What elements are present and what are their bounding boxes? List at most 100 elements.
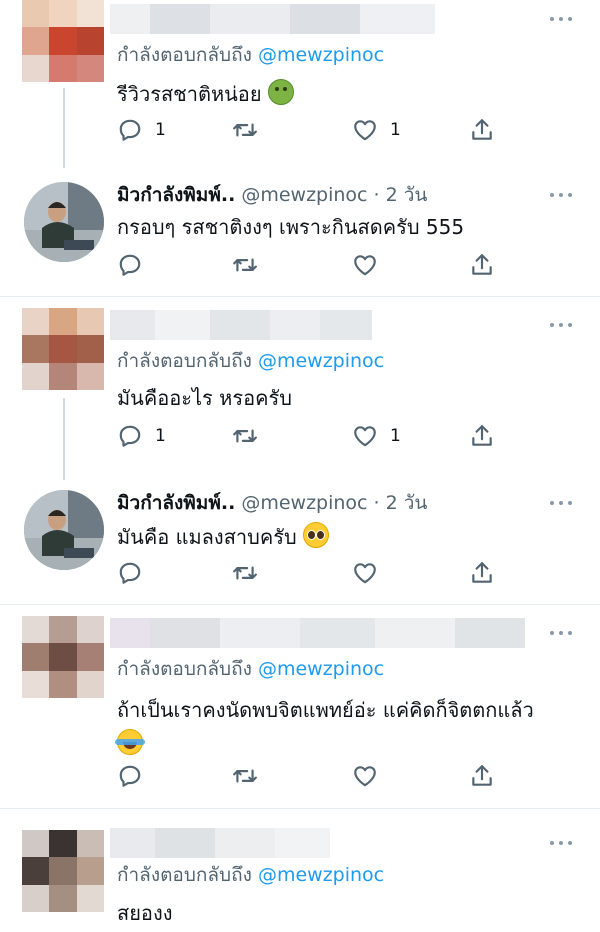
mention-link[interactable]: @mewzpinoc — [258, 658, 384, 680]
like-button[interactable] — [352, 559, 378, 587]
retweet-icon — [233, 123, 257, 137]
avatar[interactable] — [24, 490, 104, 570]
avatar[interactable] — [22, 616, 104, 698]
mention-link[interactable]: @mewzpinoc — [258, 44, 384, 66]
pleading-face-emoji-icon — [303, 522, 330, 548]
reply-button[interactable]: 1 — [117, 116, 166, 144]
user-line: มิวกำลังพิมพ์.. @mewzpinoc · 2 วัน — [117, 488, 427, 518]
tears-of-joy-emoji-icon — [115, 729, 145, 755]
heart-icon — [354, 426, 376, 447]
share-button[interactable] — [469, 559, 495, 587]
thread-line — [63, 398, 65, 480]
avatar[interactable] — [22, 830, 104, 912]
tweet-card[interactable]: กำลังตอบกลับถึง @mewzpinoc สยองง — [0, 822, 600, 932]
reply-icon — [119, 425, 141, 447]
tweet-actions — [117, 251, 497, 279]
like-count: 1 — [390, 426, 401, 446]
divider — [0, 296, 600, 297]
reply-to-line: กำลังตอบกลับถึง @mewzpinoc — [117, 864, 385, 886]
user-name[interactable]: มิวกำลังพิมพ์.. — [117, 184, 235, 206]
handle-time: @mewzpinoc · 2 วัน — [241, 184, 428, 206]
nauseated-emoji-icon — [267, 79, 294, 105]
tweet-card[interactable]: กำลังตอบกลับถึง @mewzpinoc มันคืออะไร หร… — [0, 306, 600, 480]
retweet-icon — [233, 429, 257, 443]
blurred-user-name — [110, 310, 372, 340]
retweet-icon — [233, 258, 257, 272]
reply-button[interactable] — [117, 762, 143, 790]
avatar[interactable] — [22, 0, 104, 82]
share-button[interactable] — [469, 116, 495, 144]
more-icon[interactable] — [550, 630, 572, 636]
user-line: มิวกำลังพิมพ์.. @mewzpinoc · 2 วัน — [117, 180, 427, 210]
handle-time: @mewzpinoc · 2 วัน — [241, 492, 428, 514]
heart-icon — [354, 766, 376, 787]
avatar[interactable] — [22, 308, 104, 390]
reply-to-line: กำลังตอบกลับถึง @mewzpinoc — [117, 44, 385, 66]
more-icon[interactable] — [550, 16, 572, 22]
reply-button[interactable] — [117, 251, 143, 279]
user-photo — [24, 490, 104, 570]
like-button[interactable]: 1 — [352, 422, 401, 450]
retweet-icon — [233, 566, 257, 580]
tweet-actions — [117, 762, 497, 790]
retweet-icon — [233, 769, 257, 783]
tweet-card[interactable]: มิวกำลังพิมพ์.. @mewzpinoc · 2 วัน มันคื… — [0, 484, 600, 604]
reply-icon — [119, 765, 141, 787]
tweet-text: ถ้าเป็นเราคงนัดพบจิตแพทย์อ่ะ แค่คิดก็จิต… — [115, 693, 534, 761]
like-button[interactable] — [352, 762, 378, 790]
blurred-user-name — [110, 618, 525, 648]
tweet-card[interactable]: มิวกำลังพิมพ์.. @mewzpinoc · 2 วัน กรอบๆ… — [0, 176, 600, 296]
heart-icon — [354, 255, 376, 276]
blurred-user-name — [110, 828, 330, 858]
tweet-actions: 1 1 — [117, 422, 497, 450]
more-icon[interactable] — [550, 500, 572, 506]
tweet-text: สยองง — [117, 901, 173, 925]
avatar[interactable] — [24, 182, 104, 262]
tweet-actions: 1 1 — [117, 116, 497, 144]
reply-icon — [119, 562, 141, 584]
share-button[interactable] — [469, 422, 495, 450]
user-name[interactable]: มิวกำลังพิมพ์.. — [117, 492, 235, 514]
retweet-button[interactable] — [232, 559, 258, 587]
share-icon — [472, 562, 492, 583]
divider — [0, 604, 600, 605]
reply-count: 1 — [155, 426, 166, 446]
heart-icon — [354, 563, 376, 584]
tweet-text: มันคือ แมลงสาบครับ — [117, 522, 330, 550]
tweet-text: รีวิวรสชาติหน่อย — [117, 79, 294, 107]
reply-to-line: กำลังตอบกลับถึง @mewzpinoc — [117, 658, 385, 680]
reply-button[interactable] — [117, 559, 143, 587]
share-icon — [472, 254, 492, 275]
heart-icon — [354, 120, 376, 141]
user-photo — [24, 182, 104, 262]
blurred-user-name — [110, 4, 435, 34]
like-button[interactable]: 1 — [352, 116, 401, 144]
retweet-button[interactable] — [232, 762, 258, 790]
divider — [0, 808, 600, 809]
reply-button[interactable]: 1 — [117, 422, 166, 450]
share-icon — [472, 425, 492, 446]
retweet-button[interactable] — [232, 422, 258, 450]
like-button[interactable] — [352, 251, 378, 279]
share-button[interactable] — [469, 762, 495, 790]
thread-line — [63, 88, 65, 168]
like-count: 1 — [390, 120, 401, 140]
tweet-actions — [117, 559, 497, 587]
retweet-button[interactable] — [232, 116, 258, 144]
reply-to-line: กำลังตอบกลับถึง @mewzpinoc — [117, 350, 385, 372]
reply-icon — [119, 254, 141, 276]
more-icon[interactable] — [550, 322, 572, 328]
tweet-text: กรอบๆ รสชาติงงๆ เพราะกินสดครับ 555 — [117, 215, 465, 239]
more-icon[interactable] — [550, 192, 572, 198]
share-icon — [472, 765, 492, 786]
mention-link[interactable]: @mewzpinoc — [258, 350, 384, 372]
share-button[interactable] — [469, 251, 495, 279]
tweet-card[interactable]: กำลังตอบกลับถึง @mewzpinoc ถ้าเป็นเราคงน… — [0, 614, 600, 794]
mention-link[interactable]: @mewzpinoc — [258, 864, 384, 886]
reply-count: 1 — [155, 120, 166, 140]
more-icon[interactable] — [550, 840, 572, 846]
tweet-card[interactable]: กำลังตอบกลับถึง @mewzpinoc รีวิวรสชาติหน… — [0, 0, 600, 168]
retweet-button[interactable] — [232, 251, 258, 279]
tweet-text: มันคืออะไร หรอครับ — [117, 386, 292, 410]
share-icon — [472, 119, 492, 140]
